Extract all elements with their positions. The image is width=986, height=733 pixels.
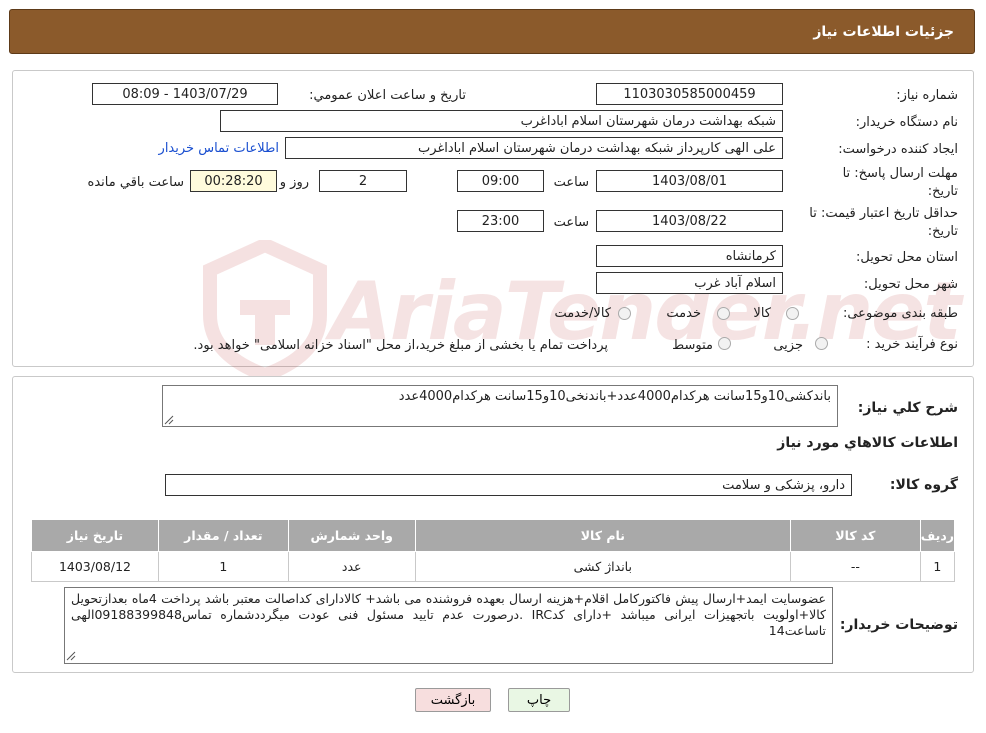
city-field: اسلام آباد غرب — [596, 272, 783, 294]
category-radio-goods-service[interactable] — [618, 307, 631, 320]
buyer-notes-text: عضوسایت ایمد+ارسال پیش فاکتورکامل اقلام+… — [71, 591, 826, 638]
validity-label-2: تاريخ: — [927, 224, 958, 239]
cell-name: بانداژ کشی — [414, 551, 792, 582]
remaining-time-field: 00:28:20 — [190, 170, 277, 192]
days-field: 2 — [319, 170, 407, 192]
buyer-contact-link[interactable]: اطلاعات تماس خریدار — [159, 141, 279, 156]
cell-quantity: 1 — [157, 551, 289, 582]
need-number-label: شماره نیاز: — [896, 88, 958, 103]
validity-time-label: ساعت — [553, 215, 589, 230]
process-note: پرداخت تمام يا بخشی از مبلغ خريد،از محل … — [193, 338, 608, 353]
general-desc-text: باندکشی10و15سانت هرکدام4000عدد+باندنخی10… — [398, 389, 831, 404]
category-option-goods-service: کالا/خدمت — [554, 306, 611, 321]
page-header: جزئیات اطلاعات نیاز — [9, 9, 975, 54]
category-option-goods: کالا — [753, 306, 771, 321]
announce-field: 1403/07/29 - 08:09 — [92, 83, 278, 105]
back-button[interactable]: بازگشت — [415, 688, 491, 712]
goods-table: رديف کد کالا نام کالا واحد شمارش تعداد /… — [31, 519, 956, 582]
goods-info-title: اطلاعات کالاهاي مورد نياز — [777, 435, 958, 451]
need-number-field: 1103030585000459 — [596, 83, 783, 105]
col-date-header: تاريخ نياز — [31, 519, 159, 552]
category-option-service: خدمت — [666, 306, 701, 321]
days-label: روز و — [279, 175, 309, 190]
cell-code: -- — [790, 551, 921, 582]
col-code-header: کد کالا — [790, 519, 921, 552]
col-name-header: نام کالا — [414, 519, 792, 552]
general-desc-field: باندکشی10و15سانت هرکدام4000عدد+باندنخی10… — [162, 385, 838, 427]
buyer-notes-field: عضوسایت ایمد+ارسال پیش فاکتورکامل اقلام+… — [64, 587, 833, 664]
buyer-org-field: شبکه بهداشت درمان شهرستان اسلام اباداغرب — [220, 110, 783, 132]
process-option-minor: جزیی — [773, 338, 803, 353]
validity-time-field: 23:00 — [457, 210, 544, 232]
resize-handle-icon[interactable] — [164, 415, 174, 425]
category-label: طبقه بندی موضوعی: — [842, 306, 958, 321]
col-unit-header: واحد شمارش — [287, 519, 416, 552]
province-field: کرمانشاه — [596, 245, 783, 267]
buyer-org-label: نام دستگاه خريدار: — [855, 115, 958, 130]
cell-need-date: 1403/08/12 — [31, 551, 159, 582]
cell-row-number: 1 — [919, 551, 956, 582]
province-label: استان محل تحويل: — [856, 250, 958, 265]
requester-field: علی الهی کارپرداز شبکه بهداشت درمان شهرس… — [285, 137, 783, 159]
validity-label: حداقل تاريخ اعتبار قيمت: تا — [809, 206, 958, 221]
category-radio-goods[interactable] — [786, 307, 799, 320]
process-radio-medium[interactable] — [718, 337, 731, 350]
cell-unit: عدد — [287, 551, 416, 582]
deadline-date-field: 1403/08/01 — [596, 170, 783, 192]
col-row-header: رديف — [919, 519, 956, 552]
remaining-label: ساعت باقي مانده — [87, 175, 184, 190]
announce-label: تاریخ و ساعت اعلان عمومي: — [309, 88, 466, 103]
category-radio-service[interactable] — [717, 307, 730, 320]
col-qty-header: تعداد / مقدار — [157, 519, 289, 552]
goods-group-label: گروه کالا: — [889, 477, 958, 493]
buyer-notes-label: توضيحات خريدار: — [839, 617, 958, 633]
process-option-medium: متوسط — [672, 338, 713, 353]
deadline-time-field: 09:00 — [457, 170, 544, 192]
deadline-label: مهلت ارسال پاسخ: تا — [842, 166, 958, 181]
table-header-row: رديف کد کالا نام کالا واحد شمارش تعداد /… — [31, 519, 956, 552]
requester-label: ايجاد کننده درخواست: — [838, 142, 958, 157]
print-button[interactable]: چاپ — [508, 688, 570, 712]
resize-handle-icon[interactable] — [66, 651, 76, 661]
deadline-label-2: تاریخ: — [927, 184, 958, 199]
city-label: شهر محل تحويل: — [863, 277, 958, 292]
page-title: جزئیات اطلاعات نیاز — [813, 23, 954, 40]
deadline-time-label: ساعت — [553, 175, 589, 190]
validity-date-field: 1403/08/22 — [596, 210, 783, 232]
process-label: نوع فرآيند خريد : — [866, 337, 958, 352]
goods-group-field: دارو، پزشکی و سلامت — [165, 474, 852, 496]
general-desc-label: شرح کلي نياز: — [857, 400, 958, 416]
table-row: 1 -- بانداژ کشی عدد 1 1403/08/12 — [31, 551, 956, 582]
process-radio-minor[interactable] — [815, 337, 828, 350]
